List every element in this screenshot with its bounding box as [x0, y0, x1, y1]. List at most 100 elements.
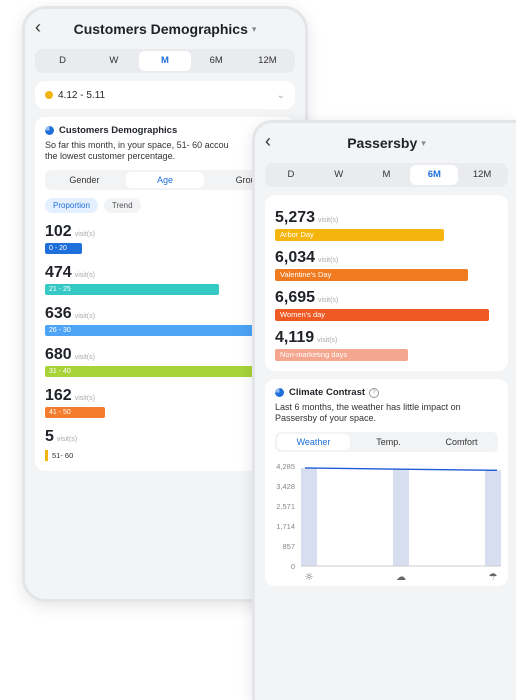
visit-count: 4,119: [275, 329, 315, 346]
visit-unit: visit(s): [318, 257, 339, 264]
description-line-1: So far this month, in your space, 51- 60…: [45, 140, 229, 150]
page-title[interactable]: Customers Demographics: [74, 21, 248, 37]
rain-icon: ☂: [489, 572, 498, 583]
demographic-tabs: Gender Age Grou: [45, 170, 285, 190]
period-tab-m[interactable]: M: [363, 165, 411, 185]
climate-chart-svg: 0 857 1,714 2,571 3,428 4,285 ☼ ☁ ☂: [276, 462, 501, 583]
period-tab-6m[interactable]: 6M: [410, 165, 459, 185]
page-title[interactable]: Passersby: [347, 135, 417, 151]
help-icon[interactable]: ?: [369, 387, 380, 398]
chip-proportion[interactable]: Proportion: [45, 198, 98, 213]
chart-bar: [485, 470, 501, 566]
passersby-list: 5,273 visit(s) Arbor Day 6,034 visit(s) Valen…: [265, 195, 508, 371]
list-item: 5,273 visit(s) Arbor Day: [275, 209, 498, 241]
visit-count: 102: [45, 223, 72, 240]
list-item: 6,695 visit(s) Women's day: [275, 289, 498, 321]
section-title: Customers Demographics: [59, 125, 178, 136]
visit-unit: visit(s): [74, 313, 95, 320]
tab-gender[interactable]: Gender: [45, 170, 124, 190]
top-bar: ‹ Passersby ▾: [255, 123, 516, 163]
climate-title: Climate Contrast: [289, 387, 366, 398]
visit-count: 636: [45, 305, 72, 322]
period-tab-d[interactable]: D: [267, 165, 315, 185]
cloud-sun-icon: ☁: [396, 572, 406, 583]
passersby-bar: Arbor Day: [275, 229, 444, 241]
climate-chart: 0 857 1,714 2,571 3,428 4,285 ☼ ☁ ☂: [275, 458, 501, 583]
chart-bar: [301, 467, 317, 566]
age-bar: 21 - 25: [45, 284, 219, 295]
view-chips: Proportion Trend: [45, 198, 285, 213]
value-line: 6,034 visit(s): [275, 249, 498, 267]
list-item: 4,119 visit(s) Non-marketing days: [275, 329, 498, 361]
visit-unit: visit(s): [317, 337, 338, 344]
visit-count: 6,034: [275, 249, 316, 266]
visit-count: 6,695: [275, 289, 316, 306]
value-line: 6,695 visit(s): [275, 289, 498, 307]
list-item: 636 visit(s) 26 - 30: [45, 305, 285, 336]
climate-header: Climate Contrast ?: [275, 387, 498, 398]
climate-card: Climate Contrast ? Last 6 months, the we…: [265, 379, 508, 586]
visit-count: 5: [45, 428, 54, 445]
date-range: 4.12 - 5.11: [58, 89, 106, 101]
age-bar: 41 - 50: [45, 407, 105, 418]
climate-tab-temp[interactable]: Temp.: [352, 432, 425, 452]
period-tab-w[interactable]: W: [88, 51, 139, 71]
y-tick-label: 0: [291, 562, 295, 571]
climate-tab-weather[interactable]: Weather: [277, 434, 350, 450]
value-line: 680 visit(s): [45, 346, 285, 364]
list-item: 474 visit(s) 21 - 25: [45, 264, 285, 295]
description-line-2: the lowest customer percentage.: [45, 151, 176, 161]
chip-trend[interactable]: Trend: [103, 198, 141, 213]
period-tab-w[interactable]: W: [315, 165, 363, 185]
climate-description: Last 6 months, the weather has little im…: [275, 402, 461, 423]
value-line: 5 visit(s): [45, 428, 285, 446]
list-item: 5 visit(s) 51- 60: [45, 428, 285, 461]
value-line: 102 visit(s): [45, 223, 285, 241]
visit-unit: visit(s): [318, 297, 339, 304]
passersby-bar: Valentine's Day: [275, 269, 468, 281]
top-bar: ‹ Customers Demographics ▾: [25, 9, 305, 49]
list-item: 6,034 visit(s) Valentine's Day: [275, 249, 498, 281]
period-tab-m[interactable]: M: [139, 51, 191, 71]
visit-unit: visit(s): [74, 354, 95, 361]
list-item: 680 visit(s) 31 - 40: [45, 346, 293, 377]
climate-tabs: Weather Temp. Comfort: [275, 432, 498, 452]
age-bar: 26 - 30: [45, 325, 278, 336]
back-icon[interactable]: ‹: [265, 131, 271, 152]
y-tick-label: 2,571: [276, 502, 295, 511]
period-tab-12m[interactable]: 12M: [242, 51, 293, 71]
date-dot-icon: [45, 91, 53, 99]
section-header: Customers Demographics: [45, 125, 285, 136]
visit-count: 162: [45, 387, 72, 404]
list-item: 102 visit(s) 0 - 20: [45, 223, 285, 254]
pie-chart-icon: [45, 126, 54, 135]
visit-unit: visit(s): [318, 217, 339, 224]
climate-tab-comfort[interactable]: Comfort: [425, 432, 498, 452]
visit-count: 5,273: [275, 209, 316, 226]
caret-down-icon[interactable]: ▾: [252, 24, 257, 35]
visit-unit: visit(s): [74, 231, 95, 238]
value-line: 636 visit(s): [45, 305, 285, 323]
passersby-bar: Women's day: [275, 309, 489, 321]
pie-chart-icon: [275, 388, 284, 397]
period-tab-6m[interactable]: 6M: [191, 51, 242, 71]
value-line: 474 visit(s): [45, 264, 285, 282]
y-tick-label: 4,285: [276, 462, 295, 471]
chevron-down-icon: ⌄: [276, 89, 285, 101]
caret-down-icon[interactable]: ▾: [421, 138, 426, 149]
passersby-bar: Non-marketing days: [275, 349, 408, 361]
value-line: 5,273 visit(s): [275, 209, 498, 227]
age-bar: 0 - 20: [45, 243, 82, 254]
back-icon[interactable]: ‹: [35, 17, 41, 38]
date-range-selector[interactable]: 4.12 - 5.11 ⌄: [35, 81, 295, 109]
period-selector: D W M 6M 12M: [35, 49, 295, 73]
chart-bar: [393, 469, 409, 566]
visit-count: 474: [45, 264, 72, 281]
period-tab-12m[interactable]: 12M: [458, 165, 506, 185]
y-tick-label: 857: [282, 542, 295, 551]
visit-count: 680: [45, 346, 72, 363]
tab-age[interactable]: Age: [125, 172, 205, 188]
y-tick-label: 1,714: [276, 522, 295, 531]
period-tab-d[interactable]: D: [37, 51, 88, 71]
visit-unit: visit(s): [74, 272, 95, 279]
